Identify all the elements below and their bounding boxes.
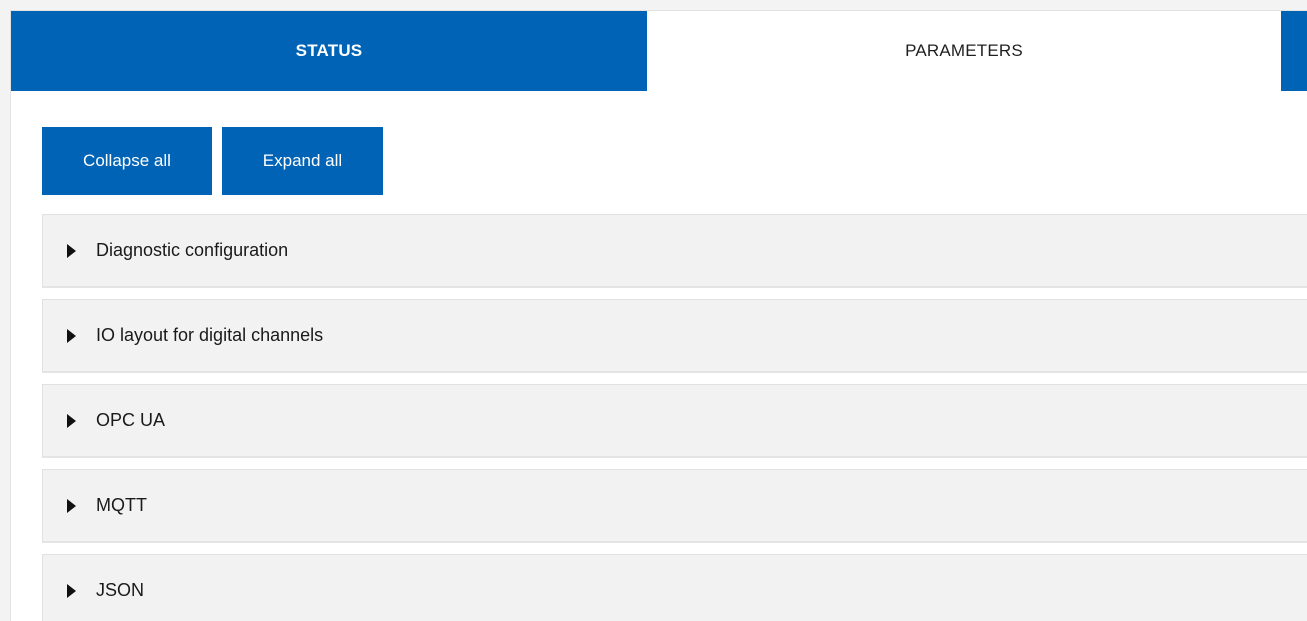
tab-status-label: STATUS (295, 41, 363, 60)
tab-bar: STATUS PARAMETERS (11, 11, 1307, 91)
caret-right-icon (67, 498, 76, 513)
section-json[interactable]: JSON (42, 554, 1307, 621)
tab-parameters[interactable]: PARAMETERS (647, 11, 1281, 91)
section-label: OPC UA (96, 410, 166, 430)
caret-right-icon (67, 243, 76, 258)
section-opc-ua[interactable]: OPC UA (42, 384, 1307, 458)
caret-right-icon (67, 583, 76, 598)
caret-right-icon (67, 413, 76, 428)
section-mqtt[interactable]: MQTT (42, 469, 1307, 543)
section-label: MQTT (96, 495, 147, 515)
tab-next-partial[interactable] (1281, 11, 1307, 91)
collapse-all-button[interactable]: Collapse all (42, 127, 212, 195)
caret-right-icon (67, 328, 76, 343)
expand-all-button[interactable]: Expand all (222, 127, 383, 195)
section-label: JSON (96, 580, 145, 600)
section-io-layout[interactable]: IO layout for digital channels (42, 299, 1307, 373)
section-diagnostic-configuration[interactable]: Diagnostic configuration (42, 214, 1307, 288)
section-label: IO layout for digital channels (96, 325, 324, 345)
parameter-sections: Diagnostic configuration IO layout for d… (42, 214, 1307, 621)
parameters-panel: STATUS PARAMETERS Collapse all Expand al… (10, 10, 1307, 621)
tab-status[interactable]: STATUS (11, 11, 647, 91)
section-label: Diagnostic configuration (96, 240, 289, 260)
tab-parameters-label: PARAMETERS (905, 41, 1023, 60)
